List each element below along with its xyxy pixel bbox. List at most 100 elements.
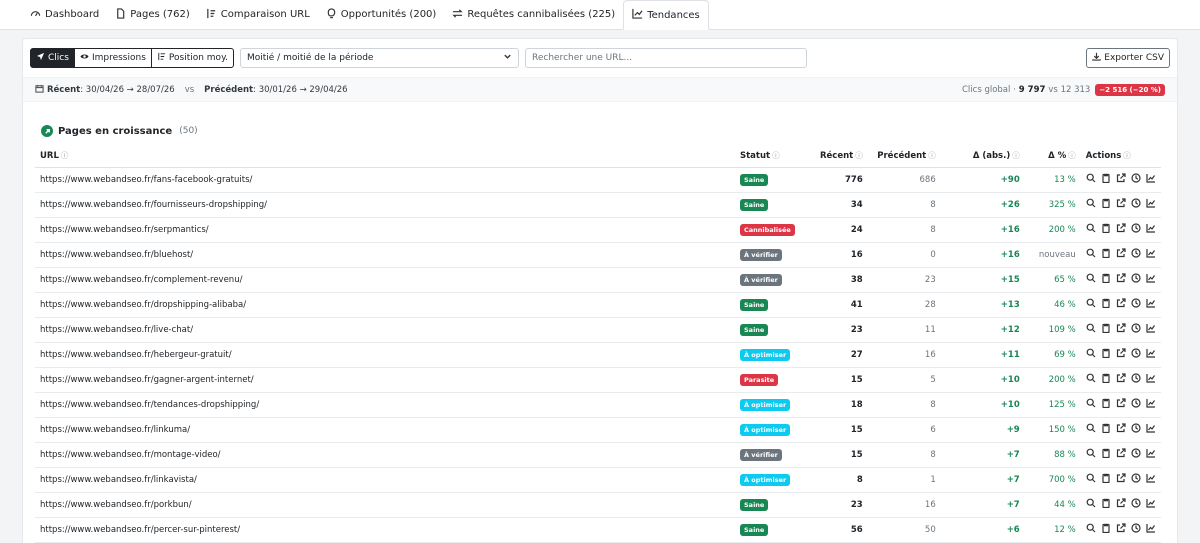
- col-delta-pct[interactable]: Δ % ⓘ: [1024, 145, 1081, 168]
- chart-icon[interactable]: [1146, 223, 1156, 236]
- history-icon[interactable]: [1131, 348, 1141, 361]
- history-icon[interactable]: [1131, 223, 1141, 236]
- external-link-icon[interactable]: [1116, 373, 1126, 386]
- clipboard-icon[interactable]: [1101, 198, 1111, 211]
- external-link-icon[interactable]: [1116, 448, 1126, 461]
- tab-requetes-cannibalisees[interactable]: Requêtes cannibalisées (225): [444, 0, 623, 29]
- external-link-icon[interactable]: [1116, 348, 1126, 361]
- tab-dashboard[interactable]: Dashboard: [22, 0, 107, 29]
- search-icon[interactable]: [1086, 223, 1096, 236]
- col-precedent[interactable]: Précédent ⓘ: [867, 145, 941, 168]
- clipboard-icon[interactable]: [1101, 423, 1111, 436]
- history-icon[interactable]: [1131, 298, 1141, 311]
- clipboard-icon[interactable]: [1101, 373, 1111, 386]
- chart-icon[interactable]: [1146, 423, 1156, 436]
- history-icon[interactable]: [1131, 323, 1141, 336]
- url-cell[interactable]: https://www.webandseo.fr/linkuma/: [35, 417, 735, 443]
- clipboard-icon[interactable]: [1101, 398, 1111, 411]
- clipboard-icon[interactable]: [1101, 173, 1111, 186]
- chart-icon[interactable]: [1146, 523, 1156, 536]
- url-cell[interactable]: https://www.webandseo.fr/fournisseurs-dr…: [35, 192, 735, 218]
- clipboard-icon[interactable]: [1101, 223, 1111, 236]
- tab-pages[interactable]: Pages (762): [107, 0, 198, 29]
- tab-tendances[interactable]: Tendances: [623, 0, 709, 30]
- search-icon[interactable]: [1086, 273, 1096, 286]
- clipboard-icon[interactable]: [1101, 473, 1111, 486]
- chart-icon[interactable]: [1146, 373, 1156, 386]
- url-cell[interactable]: https://www.webandseo.fr/serpmantics/: [35, 217, 735, 243]
- search-icon[interactable]: [1086, 448, 1096, 461]
- search-icon[interactable]: [1086, 523, 1096, 536]
- period-select[interactable]: Moitié / moitié de la période: [239, 48, 519, 68]
- search-icon[interactable]: [1086, 248, 1096, 261]
- tab-comparaison-url[interactable]: Comparaison URL: [198, 0, 318, 29]
- external-link-icon[interactable]: [1116, 398, 1126, 411]
- external-link-icon[interactable]: [1116, 523, 1126, 536]
- chart-icon[interactable]: [1146, 273, 1156, 286]
- search-icon[interactable]: [1086, 298, 1096, 311]
- history-icon[interactable]: [1131, 448, 1141, 461]
- search-icon[interactable]: [1086, 398, 1096, 411]
- col-recent[interactable]: Récent ⓘ: [815, 145, 868, 168]
- external-link-icon[interactable]: [1116, 198, 1126, 211]
- url-cell[interactable]: https://www.webandseo.fr/montage-video/: [35, 442, 735, 468]
- external-link-icon[interactable]: [1116, 223, 1126, 236]
- clipboard-icon[interactable]: [1101, 273, 1111, 286]
- search-icon[interactable]: [1086, 473, 1096, 486]
- clipboard-icon[interactable]: [1101, 498, 1111, 511]
- search-icon[interactable]: [1086, 423, 1096, 436]
- export-csv-button[interactable]: Exporter CSV: [1086, 48, 1170, 68]
- search-icon[interactable]: [1086, 323, 1096, 336]
- history-icon[interactable]: [1131, 398, 1141, 411]
- url-cell[interactable]: https://www.webandseo.fr/porkbun/: [35, 492, 735, 518]
- url-cell[interactable]: https://www.webandseo.fr/tendances-drops…: [35, 392, 735, 418]
- external-link-icon[interactable]: [1116, 173, 1126, 186]
- url-cell[interactable]: https://www.webandseo.fr/hebergeur-gratu…: [35, 342, 735, 368]
- search-icon[interactable]: [1086, 198, 1096, 211]
- metric-clics-button[interactable]: Clics: [30, 48, 75, 68]
- url-cell[interactable]: https://www.webandseo.fr/dropshipping-al…: [35, 292, 735, 318]
- metric-position-button[interactable]: Position moy.: [151, 48, 234, 68]
- clipboard-icon[interactable]: [1101, 348, 1111, 361]
- history-icon[interactable]: [1131, 173, 1141, 186]
- chart-icon[interactable]: [1146, 348, 1156, 361]
- external-link-icon[interactable]: [1116, 423, 1126, 436]
- external-link-icon[interactable]: [1116, 298, 1126, 311]
- history-icon[interactable]: [1131, 498, 1141, 511]
- external-link-icon[interactable]: [1116, 323, 1126, 336]
- url-cell[interactable]: https://www.webandseo.fr/linkavista/: [35, 467, 735, 493]
- url-cell[interactable]: https://www.webandseo.fr/percer-sur-pint…: [35, 517, 735, 543]
- external-link-icon[interactable]: [1116, 248, 1126, 261]
- external-link-icon[interactable]: [1116, 498, 1126, 511]
- chart-icon[interactable]: [1146, 473, 1156, 486]
- search-icon[interactable]: [1086, 498, 1096, 511]
- history-icon[interactable]: [1131, 198, 1141, 211]
- tab-opportunites[interactable]: Opportunités (200): [318, 0, 445, 29]
- search-icon[interactable]: [1086, 173, 1096, 186]
- clipboard-icon[interactable]: [1101, 323, 1111, 336]
- chart-icon[interactable]: [1146, 323, 1156, 336]
- chart-icon[interactable]: [1146, 248, 1156, 261]
- chart-icon[interactable]: [1146, 173, 1156, 186]
- search-icon[interactable]: [1086, 373, 1096, 386]
- external-link-icon[interactable]: [1116, 273, 1126, 286]
- col-statut[interactable]: Statut ⓘ: [735, 145, 815, 168]
- url-cell[interactable]: https://www.webandseo.fr/bluehost/: [35, 242, 735, 268]
- external-link-icon[interactable]: [1116, 473, 1126, 486]
- chart-icon[interactable]: [1146, 448, 1156, 461]
- url-cell[interactable]: https://www.webandseo.fr/complement-reve…: [35, 267, 735, 293]
- url-cell[interactable]: https://www.webandseo.fr/gagner-argent-i…: [35, 367, 735, 393]
- chart-icon[interactable]: [1146, 198, 1156, 211]
- col-delta-abs[interactable]: Δ (abs.) ⓘ: [940, 145, 1025, 168]
- chart-icon[interactable]: [1146, 298, 1156, 311]
- clipboard-icon[interactable]: [1101, 523, 1111, 536]
- url-cell[interactable]: https://www.webandseo.fr/live-chat/: [35, 317, 735, 343]
- search-icon[interactable]: [1086, 348, 1096, 361]
- clipboard-icon[interactable]: [1101, 298, 1111, 311]
- history-icon[interactable]: [1131, 373, 1141, 386]
- chart-icon[interactable]: [1146, 498, 1156, 511]
- clipboard-icon[interactable]: [1101, 248, 1111, 261]
- history-icon[interactable]: [1131, 473, 1141, 486]
- history-icon[interactable]: [1131, 423, 1141, 436]
- history-icon[interactable]: [1131, 248, 1141, 261]
